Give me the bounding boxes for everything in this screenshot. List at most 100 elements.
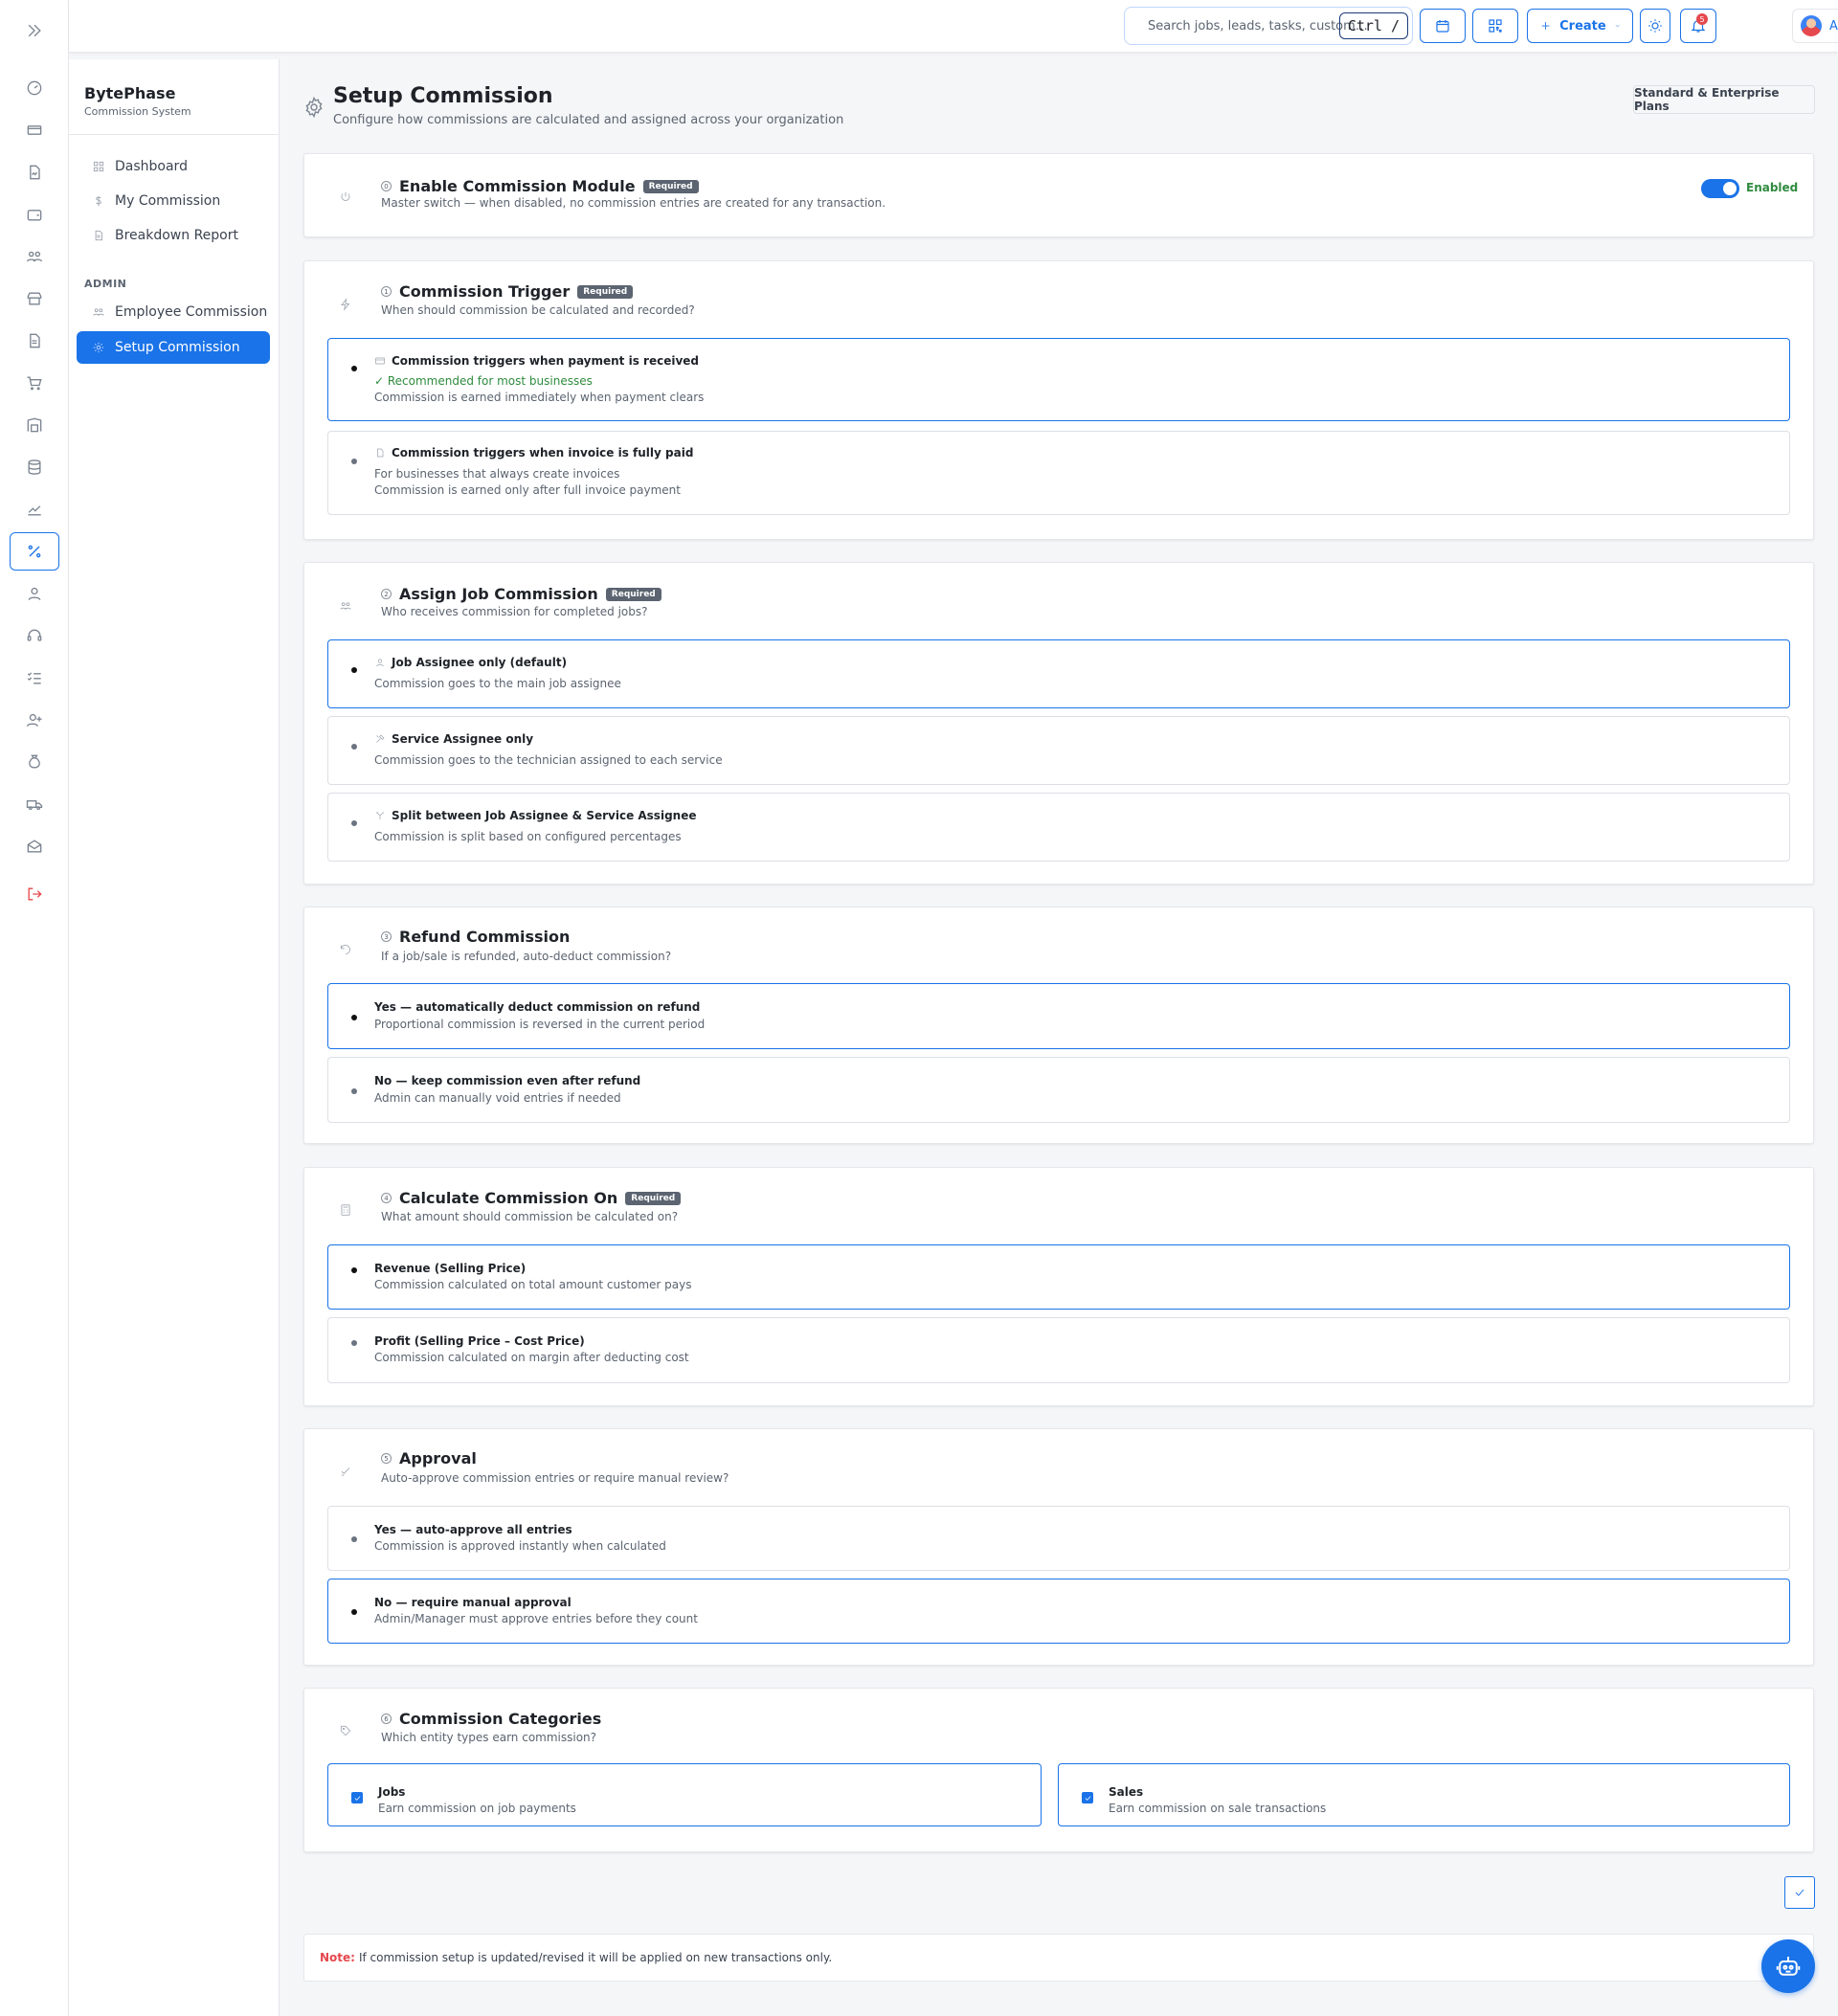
category-sales[interactable]: Sales Earn commission on sale transactio… bbox=[1058, 1763, 1790, 1826]
chart-icon[interactable] bbox=[10, 490, 59, 528]
truck-icon[interactable] bbox=[10, 785, 59, 823]
calculate-option-revenue[interactable]: Revenue (Selling Price) Commission calcu… bbox=[327, 1244, 1790, 1310]
page-title: Setup Commission bbox=[333, 84, 553, 108]
undo-icon bbox=[339, 942, 352, 955]
search-input[interactable]: Search jobs, leads, tasks, custom… Ctrl … bbox=[1124, 7, 1413, 45]
radio-selected[interactable] bbox=[351, 366, 357, 371]
wallet-icon[interactable] bbox=[10, 195, 59, 234]
sidebar-item-my-commission[interactable]: My Commission bbox=[77, 185, 270, 217]
option-title: No — require manual approval bbox=[374, 1596, 572, 1609]
document-icon[interactable] bbox=[10, 322, 59, 360]
save-button[interactable] bbox=[1784, 1876, 1815, 1909]
sidebar-item-employee-commission[interactable]: Employee Commission bbox=[77, 296, 270, 328]
option-title: Commission triggers when invoice is full… bbox=[374, 446, 693, 459]
cart-icon[interactable] bbox=[10, 364, 59, 402]
note-banner: Note: If commission setup is updated/rev… bbox=[303, 1934, 1814, 1982]
calculator-icon bbox=[339, 1202, 352, 1216]
qr-code-button[interactable] bbox=[1472, 9, 1518, 43]
enable-module-card: 0 Enable Commission Module Required Mast… bbox=[303, 153, 1814, 237]
notifications-button[interactable]: 5 bbox=[1680, 9, 1716, 43]
radio-unselected[interactable] bbox=[351, 459, 357, 464]
credit-card-icon bbox=[375, 357, 385, 365]
sales-checkbox[interactable] bbox=[1082, 1792, 1093, 1803]
approval-option-auto[interactable]: Yes — auto-approve all entries Commissio… bbox=[327, 1506, 1790, 1571]
option-description: Commission is earned only after full inv… bbox=[374, 483, 681, 497]
percent-icon[interactable] bbox=[10, 532, 59, 571]
category-jobs[interactable]: Jobs Earn commission on job payments bbox=[327, 1763, 1042, 1826]
radio-selected[interactable] bbox=[351, 1267, 357, 1273]
radio-unselected[interactable] bbox=[351, 744, 357, 750]
settings-icon bbox=[303, 96, 325, 119]
checklist-icon[interactable] bbox=[10, 659, 59, 697]
sidebar-item-setup-commission[interactable]: Setup Commission bbox=[77, 331, 270, 364]
sidebar-item-breakdown-report[interactable]: Breakdown Report bbox=[77, 219, 270, 252]
calendar-icon bbox=[1436, 20, 1449, 33]
robot-icon bbox=[1776, 1957, 1801, 1976]
tools-icon bbox=[376, 734, 385, 743]
billing-icon[interactable] bbox=[10, 111, 59, 149]
calculate-commission-card: 4 Calculate Commission On Required What … bbox=[303, 1167, 1814, 1406]
radio-selected[interactable] bbox=[351, 1609, 357, 1615]
card-header: 6 Commission Categories bbox=[381, 1710, 601, 1728]
assign-option-service-assignee[interactable]: Service Assignee only Commission goes to… bbox=[327, 716, 1790, 785]
user-menu-button[interactable]: Admin bbox=[1792, 9, 1838, 43]
calendar-button[interactable] bbox=[1420, 9, 1466, 43]
radio-unselected[interactable] bbox=[351, 820, 357, 826]
logout-icon[interactable] bbox=[10, 875, 59, 913]
sidebar-item-label: My Commission bbox=[115, 193, 221, 209]
dashboard-icon[interactable] bbox=[10, 69, 59, 107]
create-button[interactable]: Create bbox=[1527, 9, 1633, 43]
jobs-checkbox[interactable] bbox=[351, 1792, 363, 1803]
trigger-option-invoice[interactable]: Commission triggers when invoice is full… bbox=[327, 431, 1790, 515]
store-icon[interactable] bbox=[10, 280, 59, 318]
team-icon[interactable] bbox=[10, 237, 59, 276]
card-header: 2 Assign Job Commission Required bbox=[381, 585, 661, 603]
checkmark-icon bbox=[1795, 1889, 1804, 1896]
invoice-icon[interactable] bbox=[10, 153, 59, 191]
step-number: 5 bbox=[381, 1453, 392, 1464]
expand-sidebar-icon[interactable] bbox=[10, 11, 59, 50]
radio-unselected[interactable] bbox=[351, 1536, 357, 1542]
option-description: Commission is split based on configured … bbox=[374, 830, 682, 843]
option-description: Commission calculated on total amount cu… bbox=[374, 1278, 692, 1291]
assign-option-split[interactable]: Split between Job Assignee & Service Ass… bbox=[327, 793, 1790, 862]
add-user-icon[interactable] bbox=[10, 701, 59, 739]
option-title-text: Revenue (Selling Price) bbox=[374, 1262, 527, 1275]
option-description: Commission goes to the technician assign… bbox=[374, 753, 723, 767]
required-badge: Required bbox=[605, 587, 661, 601]
avatar bbox=[1801, 15, 1822, 36]
commission-trigger-card: 1 Commission Trigger Required When shoul… bbox=[303, 260, 1814, 540]
option-description: Commission is earned immediately when pa… bbox=[374, 391, 705, 404]
chatbot-button[interactable] bbox=[1761, 1939, 1815, 1993]
money-bag-icon[interactable] bbox=[10, 743, 59, 781]
calculate-option-profit[interactable]: Profit (Selling Price – Cost Price) Comm… bbox=[327, 1317, 1790, 1383]
radio-selected[interactable] bbox=[351, 1015, 357, 1020]
card-description: Auto-approve commission entries or requi… bbox=[381, 1471, 729, 1485]
database-icon[interactable] bbox=[10, 448, 59, 486]
card-description: If a job/sale is refunded, auto-deduct c… bbox=[381, 950, 672, 963]
commission-categories-card: 6 Commission Categories Which entity typ… bbox=[303, 1688, 1814, 1852]
approval-option-manual[interactable]: No — require manual approval Admin/Manag… bbox=[327, 1579, 1790, 1644]
theme-toggle-button[interactable] bbox=[1640, 9, 1670, 43]
dollar-icon bbox=[96, 195, 101, 207]
chevron-down-icon bbox=[1615, 24, 1620, 28]
option-title-text: Commission triggers when invoice is full… bbox=[392, 446, 694, 459]
refund-option-deduct[interactable]: Yes — automatically deduct commission on… bbox=[327, 983, 1790, 1049]
user-icon[interactable] bbox=[10, 574, 59, 613]
option-title: Job Assignee only (default) bbox=[374, 656, 567, 669]
refund-option-keep[interactable]: No — keep commission even after refund A… bbox=[327, 1057, 1790, 1123]
headset-icon[interactable] bbox=[10, 616, 59, 655]
radio-unselected[interactable] bbox=[351, 1088, 357, 1094]
sidebar-item-dashboard[interactable]: Dashboard bbox=[77, 150, 270, 183]
mail-icon[interactable] bbox=[10, 827, 59, 865]
top-bar: Search jobs, leads, tasks, custom… Ctrl … bbox=[69, 0, 1838, 53]
warehouse-icon[interactable] bbox=[10, 406, 59, 444]
radio-unselected[interactable] bbox=[351, 1340, 357, 1346]
radio-selected[interactable] bbox=[351, 667, 357, 673]
card-title: Approval bbox=[399, 1449, 477, 1467]
assign-option-job-assignee[interactable]: Job Assignee only (default) Commission g… bbox=[327, 639, 1790, 708]
trigger-option-payment[interactable]: Commission triggers when payment is rece… bbox=[327, 338, 1790, 421]
sidebar-item-label: Employee Commission bbox=[115, 304, 268, 320]
team-icon bbox=[339, 598, 352, 612]
enable-toggle[interactable] bbox=[1701, 179, 1739, 198]
